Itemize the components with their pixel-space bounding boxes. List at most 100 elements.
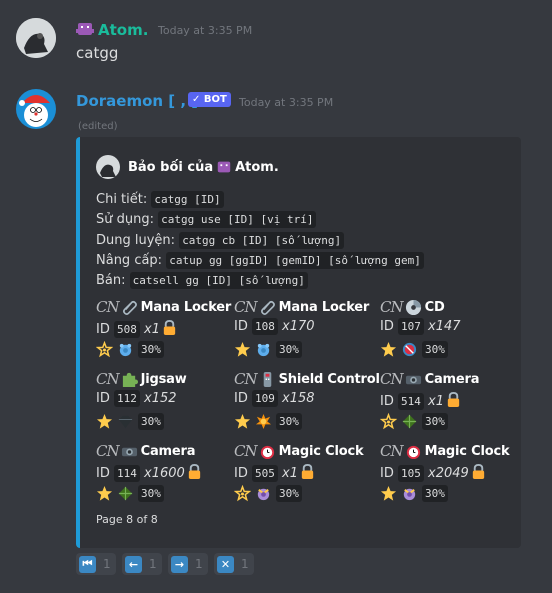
line-label: Bán: xyxy=(96,273,126,288)
item-id-line: ID 514 x1 xyxy=(380,391,462,410)
item-header: CN Shield Control xyxy=(234,369,380,389)
item-percent: 30% xyxy=(138,485,164,502)
orange-gem-icon xyxy=(255,413,272,430)
lock-icon xyxy=(470,463,487,480)
camera-icon xyxy=(121,443,138,460)
red-gem-icon xyxy=(401,341,418,358)
embed: Bảo bối của Atom. Chi tiết: catgg [ID] S… xyxy=(76,137,521,548)
cn-logo-icon: CN xyxy=(96,298,120,316)
item-percent: 30% xyxy=(276,413,302,430)
cn-logo-icon: CN xyxy=(234,442,258,460)
item-stats: 30% xyxy=(234,413,302,430)
black-gem-icon xyxy=(117,413,134,430)
line-code: catup gg [ggID] [gemID] [số lượng gem] xyxy=(166,252,424,269)
sparkle-star-icon xyxy=(95,340,114,358)
item-quantity: x158 xyxy=(282,391,315,406)
item-name: Camera xyxy=(140,443,196,459)
cn-logo-icon: CN xyxy=(234,370,258,388)
id-label: ID xyxy=(234,391,248,406)
bot-avatar[interactable] xyxy=(16,89,56,129)
blue-gem-icon xyxy=(255,341,272,358)
item-name: Jigsaw xyxy=(140,371,187,387)
item-id: 105 xyxy=(398,465,424,482)
item-id: 114 xyxy=(114,465,140,482)
space-invader-icon xyxy=(76,20,94,38)
help-line-use: Sử dụng: catgg use [ID] [vị trí] xyxy=(96,211,317,228)
item-quantity: x152 xyxy=(144,391,177,406)
star-icon xyxy=(96,485,113,502)
reaction-count: 1 xyxy=(241,557,249,571)
inventory-item: CN Mana Locker ID 508 x1 30% xyxy=(95,297,242,363)
clock-icon xyxy=(405,443,422,460)
item-id-line: ID 107 x147 xyxy=(380,318,461,335)
message-content: catgg xyxy=(76,44,119,62)
item-id-line: ID 114 x1600 xyxy=(96,463,203,482)
item-header: CN Camera xyxy=(380,369,479,389)
item-id-line: ID 109 x158 xyxy=(234,390,315,407)
cn-logo-icon: CN xyxy=(380,370,404,388)
item-id: 107 xyxy=(398,318,424,335)
inventory-item: CN Mana Locker ID 108 x170 30% xyxy=(234,297,380,363)
disc-icon xyxy=(405,299,422,316)
item-quantity: x1600 xyxy=(144,466,185,481)
cn-logo-icon: CN xyxy=(380,298,404,316)
item-stats: 30% xyxy=(96,413,164,430)
first-page-icon: ⏮ xyxy=(79,555,96,573)
previous-page-button[interactable]: ← 1 xyxy=(122,553,162,575)
item-name: Shield Control xyxy=(278,371,380,387)
next-icon: → xyxy=(171,555,188,573)
item-id: 505 xyxy=(252,465,278,482)
sparkle-star-icon xyxy=(233,484,252,502)
item-stats: 30% xyxy=(96,485,164,502)
purple-gem-icon xyxy=(401,485,418,502)
item-name: Magic Clock xyxy=(424,443,510,459)
item-percent: 30% xyxy=(422,341,448,358)
help-line-upgrade: Nâng cấp: catup gg [ggID] [gemID] [số lư… xyxy=(96,252,424,269)
item-quantity: x1 xyxy=(428,394,444,409)
star-icon xyxy=(380,341,397,358)
lock-icon xyxy=(186,463,203,480)
reaction-count: 1 xyxy=(195,557,203,571)
green-gem-icon xyxy=(401,413,418,430)
item-quantity: x2049 xyxy=(428,466,469,481)
id-label: ID xyxy=(96,466,110,481)
first-page-button[interactable]: ⏮ 1 xyxy=(76,553,116,575)
item-header: CN CD xyxy=(380,297,445,317)
bot-username[interactable]: Doraemon [ , ] xyxy=(76,92,198,110)
id-label: ID xyxy=(96,322,110,337)
id-label: ID xyxy=(234,466,248,481)
previous-icon: ← xyxy=(125,555,142,573)
close-button[interactable]: ✕ 1 xyxy=(214,553,254,575)
item-stats: 30% xyxy=(379,412,448,430)
inventory-item: CN Jigsaw ID 112 x152 30% xyxy=(96,369,242,435)
item-stats: 30% xyxy=(95,340,164,358)
username-text[interactable]: Atom. xyxy=(98,21,148,39)
item-percent: 30% xyxy=(422,485,448,502)
item-percent: 30% xyxy=(276,341,302,358)
item-id: 112 xyxy=(114,390,140,407)
avatar[interactable] xyxy=(16,18,56,58)
line-label: Sử dụng: xyxy=(96,212,154,227)
item-header: CN Magic Clock xyxy=(234,441,364,461)
embed-author: Bảo bối của Atom. xyxy=(96,155,279,179)
item-name: Mana Locker xyxy=(140,299,232,315)
line-label: Chi tiết: xyxy=(96,192,148,207)
line-code: catgg cb [ID] [số lượng] xyxy=(179,232,345,249)
item-header: CN Magic Clock xyxy=(380,441,510,461)
item-percent: 30% xyxy=(138,413,164,430)
reaction-bar: ⏮ 1 ← 1 → 1 ✕ 1 xyxy=(76,553,254,575)
item-header: CN Mana Locker xyxy=(96,297,231,317)
username[interactable]: Atom. xyxy=(76,20,148,39)
item-header: CN Jigsaw xyxy=(96,369,187,389)
item-id-line: ID 105 x2049 xyxy=(380,463,487,482)
reaction-count: 1 xyxy=(103,557,111,571)
star-icon xyxy=(234,413,251,430)
cn-logo-icon: CN xyxy=(234,298,258,316)
cn-logo-icon: CN xyxy=(96,442,120,460)
next-page-button[interactable]: → 1 xyxy=(168,553,208,575)
cn-logo-icon: CN xyxy=(380,442,404,460)
id-label: ID xyxy=(96,391,110,406)
item-stats: 30% xyxy=(233,484,302,502)
paperclip-icon xyxy=(121,299,138,316)
lock-icon xyxy=(445,391,462,408)
